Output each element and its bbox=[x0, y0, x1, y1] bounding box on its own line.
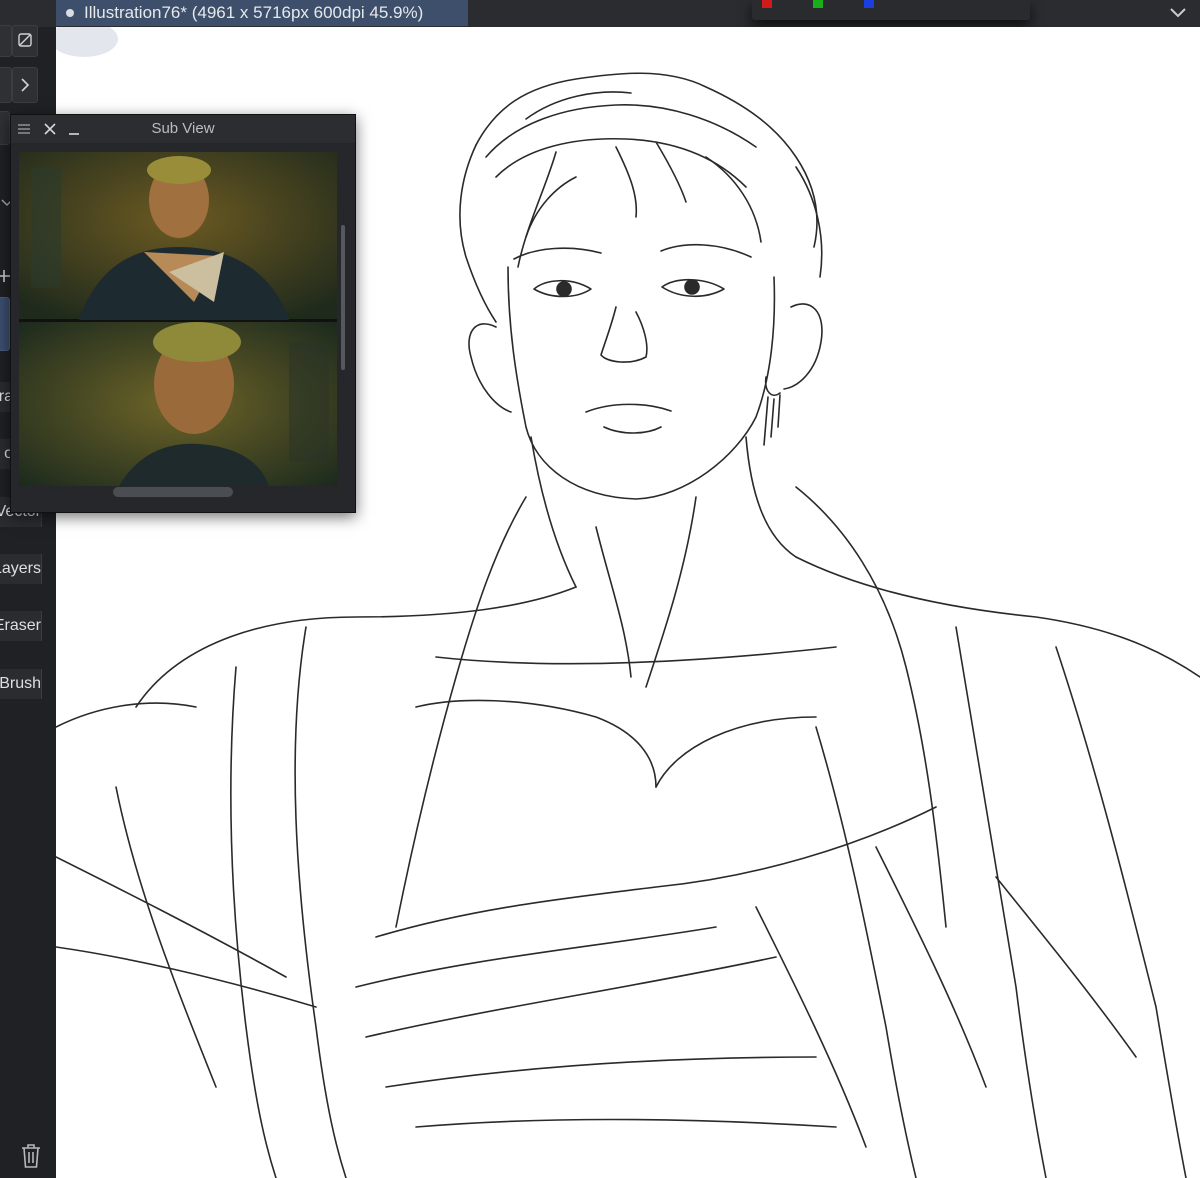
green-channel-swatch[interactable] bbox=[813, 0, 823, 8]
reference-photo-placeholder bbox=[19, 152, 337, 486]
top-bar: Illustration76* (4961 x 5716px 600dpi 45… bbox=[0, 0, 1200, 27]
document-tab[interactable]: Illustration76* (4961 x 5716px 600dpi 45… bbox=[56, 0, 468, 26]
reference-image bbox=[19, 152, 337, 486]
blue-channel-swatch[interactable] bbox=[864, 0, 874, 8]
transparency-button[interactable] bbox=[12, 25, 38, 57]
close-icon[interactable] bbox=[43, 122, 57, 136]
transparency-icon bbox=[18, 33, 32, 47]
expand-button[interactable] bbox=[12, 67, 38, 103]
chevron-down-icon[interactable] bbox=[1165, 0, 1191, 24]
sub-view-title: Sub View bbox=[151, 120, 215, 137]
sidebar-item-layers[interactable]: Layers bbox=[0, 554, 42, 584]
sub-view-vertical-scrollbar[interactable] bbox=[341, 225, 345, 370]
tool-button-a[interactable] bbox=[0, 25, 12, 57]
minimize-icon[interactable] bbox=[67, 122, 81, 136]
modified-dot-icon bbox=[66, 9, 74, 17]
selected-tool-button[interactable] bbox=[0, 297, 10, 351]
chevron-right-icon bbox=[21, 78, 30, 92]
sub-view-horizontal-scrollbar[interactable] bbox=[113, 487, 233, 497]
sub-view-panel[interactable]: Sub View bbox=[10, 114, 356, 513]
menu-icon[interactable] bbox=[17, 122, 31, 136]
sub-view-title-bar[interactable]: Sub View bbox=[11, 115, 355, 143]
color-slider-panel[interactable] bbox=[752, 0, 1030, 20]
trash-icon[interactable] bbox=[18, 1142, 44, 1170]
red-channel-swatch[interactable] bbox=[762, 0, 772, 8]
tool-button-b[interactable] bbox=[0, 67, 12, 103]
sidebar-item-eraser[interactable]: Eraser bbox=[0, 611, 42, 641]
document-title: Illustration76* (4961 x 5716px 600dpi 45… bbox=[84, 3, 424, 22]
tool-button-c[interactable] bbox=[0, 111, 10, 145]
sidebar-item-brush[interactable]: Brush bbox=[0, 669, 42, 699]
